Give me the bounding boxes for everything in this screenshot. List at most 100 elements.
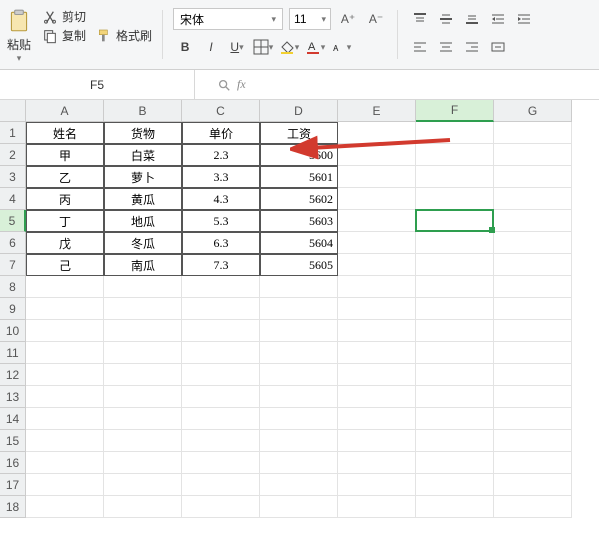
- cell-E16[interactable]: [338, 452, 416, 474]
- row-header-12[interactable]: 12: [0, 364, 26, 386]
- cell-F18[interactable]: [416, 496, 494, 518]
- cell-C4[interactable]: 4.3: [182, 188, 260, 210]
- cell-B14[interactable]: [104, 408, 182, 430]
- cell-D15[interactable]: [260, 430, 338, 452]
- cell-C3[interactable]: 3.3: [182, 166, 260, 188]
- row-header-15[interactable]: 15: [0, 430, 26, 452]
- cell-E4[interactable]: [338, 188, 416, 210]
- cell-F14[interactable]: [416, 408, 494, 430]
- cell-A9[interactable]: [26, 298, 104, 320]
- align-center-button[interactable]: [434, 36, 458, 58]
- font-color-button[interactable]: A▾: [303, 36, 327, 58]
- borders-button[interactable]: ▾: [251, 36, 275, 58]
- phonetic-button[interactable]: ᴀ▾: [329, 36, 353, 58]
- cell-E13[interactable]: [338, 386, 416, 408]
- underline-button[interactable]: U▾: [225, 36, 249, 58]
- cell-D12[interactable]: [260, 364, 338, 386]
- cell-A1[interactable]: 姓名: [26, 122, 104, 144]
- cell-D10[interactable]: [260, 320, 338, 342]
- cell-B1[interactable]: 货物: [104, 122, 182, 144]
- cell-F2[interactable]: [416, 144, 494, 166]
- cell-D18[interactable]: [260, 496, 338, 518]
- cell-G13[interactable]: [494, 386, 572, 408]
- cell-C16[interactable]: [182, 452, 260, 474]
- cell-B9[interactable]: [104, 298, 182, 320]
- cell-E9[interactable]: [338, 298, 416, 320]
- cell-E11[interactable]: [338, 342, 416, 364]
- column-header-B[interactable]: B: [104, 100, 182, 122]
- cell-E6[interactable]: [338, 232, 416, 254]
- cell-F12[interactable]: [416, 364, 494, 386]
- cell-G4[interactable]: [494, 188, 572, 210]
- cell-E8[interactable]: [338, 276, 416, 298]
- cell-G12[interactable]: [494, 364, 572, 386]
- cell-A8[interactable]: [26, 276, 104, 298]
- cell-D9[interactable]: [260, 298, 338, 320]
- name-box[interactable]: F5: [0, 70, 195, 99]
- cell-E1[interactable]: [338, 122, 416, 144]
- cell-D5[interactable]: 5603: [260, 210, 338, 232]
- cell-A10[interactable]: [26, 320, 104, 342]
- cell-A7[interactable]: 己: [26, 254, 104, 276]
- cell-A12[interactable]: [26, 364, 104, 386]
- row-header-1[interactable]: 1: [0, 122, 26, 144]
- column-header-D[interactable]: D: [260, 100, 338, 122]
- cell-F6[interactable]: [416, 232, 494, 254]
- cell-G5[interactable]: [494, 210, 572, 232]
- cell-B15[interactable]: [104, 430, 182, 452]
- cell-F9[interactable]: [416, 298, 494, 320]
- cell-D14[interactable]: [260, 408, 338, 430]
- column-header-G[interactable]: G: [494, 100, 572, 122]
- font-name-select[interactable]: 宋体 ▾: [173, 8, 283, 30]
- cell-E15[interactable]: [338, 430, 416, 452]
- cell-B5[interactable]: 地瓜: [104, 210, 182, 232]
- column-header-C[interactable]: C: [182, 100, 260, 122]
- cell-D7[interactable]: 5605: [260, 254, 338, 276]
- cell-G2[interactable]: [494, 144, 572, 166]
- select-all-corner[interactable]: [0, 100, 26, 122]
- cell-F10[interactable]: [416, 320, 494, 342]
- cell-B8[interactable]: [104, 276, 182, 298]
- cell-F4[interactable]: [416, 188, 494, 210]
- cell-C1[interactable]: 单价: [182, 122, 260, 144]
- cell-C2[interactable]: 2.3: [182, 144, 260, 166]
- row-header-17[interactable]: 17: [0, 474, 26, 496]
- cell-E12[interactable]: [338, 364, 416, 386]
- cell-E2[interactable]: [338, 144, 416, 166]
- cell-G1[interactable]: [494, 122, 572, 144]
- cell-D16[interactable]: [260, 452, 338, 474]
- cell-C14[interactable]: [182, 408, 260, 430]
- cell-C11[interactable]: [182, 342, 260, 364]
- cell-F5[interactable]: [416, 210, 494, 232]
- format-painter-button[interactable]: 格式刷: [96, 27, 152, 44]
- cell-A17[interactable]: [26, 474, 104, 496]
- cell-A14[interactable]: [26, 408, 104, 430]
- cell-A11[interactable]: [26, 342, 104, 364]
- cut-button[interactable]: 剪切: [42, 8, 152, 25]
- cell-B13[interactable]: [104, 386, 182, 408]
- row-header-8[interactable]: 8: [0, 276, 26, 298]
- column-header-F[interactable]: F: [416, 100, 494, 122]
- cell-B6[interactable]: 冬瓜: [104, 232, 182, 254]
- cell-A6[interactable]: 戊: [26, 232, 104, 254]
- cell-F15[interactable]: [416, 430, 494, 452]
- cell-D13[interactable]: [260, 386, 338, 408]
- align-top-button[interactable]: [408, 8, 432, 30]
- italic-button[interactable]: I: [199, 36, 223, 58]
- cell-E7[interactable]: [338, 254, 416, 276]
- cell-G9[interactable]: [494, 298, 572, 320]
- cell-D2[interactable]: 5600: [260, 144, 338, 166]
- cell-G14[interactable]: [494, 408, 572, 430]
- cell-D11[interactable]: [260, 342, 338, 364]
- column-header-A[interactable]: A: [26, 100, 104, 122]
- cell-F3[interactable]: [416, 166, 494, 188]
- cell-A4[interactable]: 丙: [26, 188, 104, 210]
- cell-C7[interactable]: 7.3: [182, 254, 260, 276]
- fill-color-button[interactable]: ▾: [277, 36, 301, 58]
- column-header-E[interactable]: E: [338, 100, 416, 122]
- cell-G3[interactable]: [494, 166, 572, 188]
- cell-C10[interactable]: [182, 320, 260, 342]
- decrease-indent-button[interactable]: [486, 8, 510, 30]
- cell-E14[interactable]: [338, 408, 416, 430]
- cell-E18[interactable]: [338, 496, 416, 518]
